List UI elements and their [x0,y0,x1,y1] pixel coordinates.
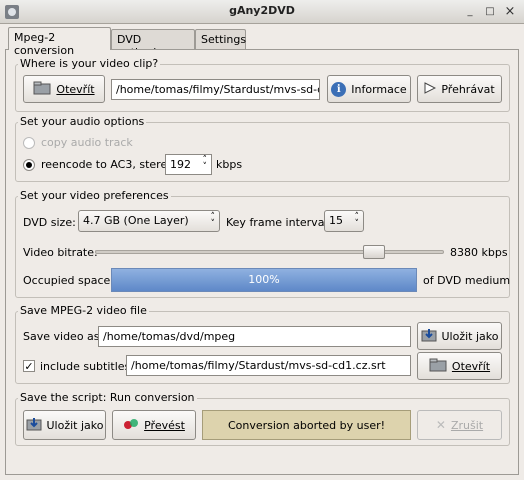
tab-dvd-authoring[interactable]: DVD authoring [111,29,195,59]
minimize-icon[interactable]: _ [462,4,478,19]
subtitles-open-button[interactable]: Otevřít [417,352,502,380]
select-arrows-icon: ˄ ˅ [210,212,216,229]
play-button[interactable]: Přehrávat [417,75,502,103]
video-clip-legend: Where is your video clip? [18,57,161,70]
slider-thumb[interactable] [363,245,386,259]
info-icon: i [331,81,347,97]
save-path-input[interactable]: /home/tomas/dvd/mpeg [98,326,411,347]
subtitles-checkbox[interactable]: ✓ [23,360,35,372]
keyframe-label: Key frame interval: [226,216,332,229]
dvd-size-label: DVD size: [23,216,76,229]
info-label: Informace [351,82,407,96]
script-legend: Save the script: Run conversion [18,391,197,404]
video-bitrate-label: Video bitrate: [23,246,98,259]
audio-legend: Set your audio options [18,115,147,128]
tab-settings[interactable]: Settings [195,29,246,49]
convert-icon [123,417,139,434]
reencode-label: reencode to AC3, stereo [41,158,174,171]
save-icon [421,328,437,345]
keyframe-value: 15 [329,214,343,227]
keyframe-arrows-icon: ˄ ˅ [354,212,360,229]
video-bitrate-slider[interactable] [95,250,444,254]
occupied-suffix: of DVD medium [423,274,511,287]
open-folder-icon [429,358,447,375]
info-button[interactable]: i Informace [327,75,411,103]
dvd-size-value: 4.7 GB (One Layer) [83,214,189,227]
occupied-label: Occupied space: [23,274,114,287]
tab-mpeg2-conversion[interactable]: Mpeg-2 conversion [8,27,111,57]
maximize-icon[interactable]: □ [482,4,498,19]
save-icon [26,417,42,434]
dvd-size-select[interactable]: 4.7 GB (One Layer) ˄ ˅ [78,210,220,232]
save-as-button[interactable]: Uložit jako [417,322,502,350]
convert-button[interactable]: Převést [112,410,196,440]
play-label: Přehrávat [441,82,495,96]
video-prefs-legend: Set your video preferences [18,189,171,202]
spinner-arrows-icon[interactable]: ˄ ˅ [203,156,208,172]
audio-unit: kbps [216,158,243,171]
cancel-button[interactable]: ✕ Zrušit [417,410,502,440]
cancel-icon: ✕ [435,418,446,432]
window-title: gAny2DVD [229,4,295,17]
audio-bitrate-spinner[interactable]: 192 ˄ ˅ [165,154,212,175]
keyframe-select[interactable]: 15 ˄ ˅ [324,210,364,232]
save-script-button[interactable]: Uložit jako [23,410,106,440]
occupied-progress: 100% [111,268,417,292]
conversion-status: Conversion aborted by user! [202,410,411,440]
video-bitrate-value: 8380 kbps [450,246,508,259]
clip-path-input[interactable]: /home/tomas/filmy/Stardust/mvs-sd-cd1 [111,79,320,100]
save-as-label: Save video as: [23,330,104,343]
convert-label: Převést [144,418,185,432]
save-video-legend: Save MPEG-2 video file [18,304,149,317]
subtitles-open-label: Otevřít [451,359,491,373]
open-clip-label: Otevřít [56,82,95,96]
close-icon[interactable]: × [502,4,518,19]
copy-audio-radio[interactable] [23,137,35,149]
play-icon [424,81,437,97]
subtitles-label: include subtitles [40,360,131,373]
audio-bitrate-value: 192 [170,158,191,171]
open-clip-button[interactable]: Otevřít [23,75,105,103]
reencode-radio[interactable] [23,159,35,171]
open-folder-icon [33,81,51,98]
save-script-label: Uložit jako [46,418,104,432]
cancel-label: Zrušit [450,418,484,432]
subtitles-path-input[interactable]: /home/tomas/filmy/Stardust/mvs-sd-cd1.cz… [126,355,411,376]
copy-audio-label: copy audio track [41,136,133,149]
audio-group [15,122,510,182]
save-as-label-text: Uložit jako [441,329,499,343]
